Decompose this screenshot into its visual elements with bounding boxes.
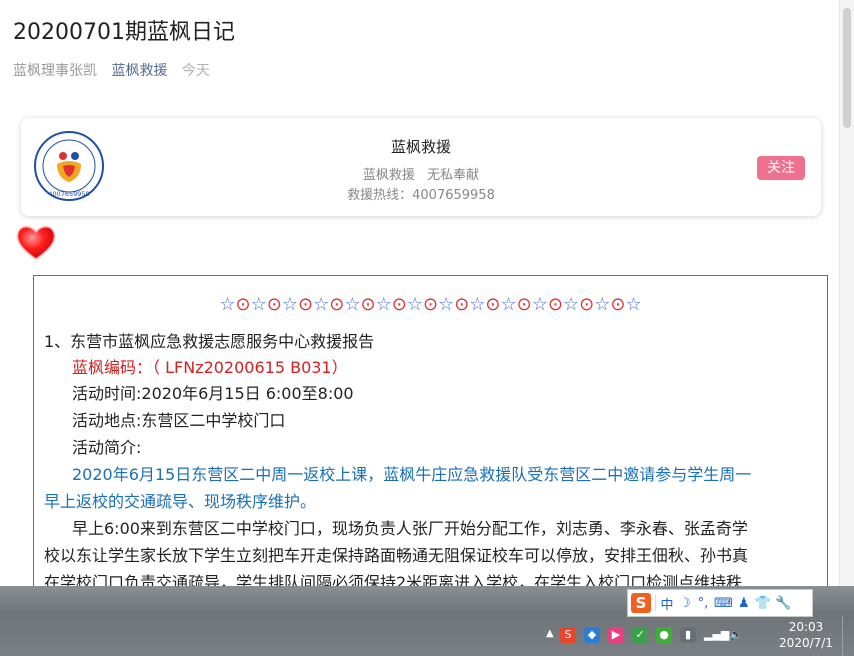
heart-icon — [16, 226, 56, 260]
ime-punctuation-icon[interactable]: °, — [696, 596, 710, 611]
scrollbar-thumb[interactable] — [843, 8, 851, 128]
report-code: 蓝枫编码：（ LFNz20200615 B031） — [72, 358, 348, 377]
show-desktop-button[interactable] — [842, 616, 854, 656]
account-hotline: 救援热线：4007659958 — [347, 188, 495, 203]
article-meta: 蓝枫理事张凯 蓝枫救援 今天 — [13, 60, 220, 80]
network-signal-icon[interactable]: ▂▄▆ — [704, 627, 729, 643]
ime-chinese-mode-button[interactable]: 中 — [660, 594, 674, 613]
article-date: 今天 — [181, 63, 210, 79]
decorative-divider-text: ☆⊙☆⊙☆⊙☆⊙☆⊙☆⊙☆⊙☆⊙☆⊙☆⊙☆⊙☆⊙☆⊙☆ — [219, 294, 642, 315]
report-intro-label: 活动简介: — [72, 438, 142, 457]
report-place: 活动地点:东营区二中学校门口 — [72, 411, 286, 430]
decorative-divider: ☆⊙☆⊙☆⊙☆⊙☆⊙☆⊙☆⊙☆⊙☆⊙☆⊙☆⊙☆⊙☆⊙☆ — [34, 294, 827, 315]
taskbar-clock[interactable]: 20:03 2020/7/1 — [776, 619, 836, 651]
account-tagline-2: 无私奉献 — [427, 168, 480, 183]
report-paragraph-1-line-2: 早上返校的交通疏导、现场秩序维护。 — [44, 492, 317, 511]
system-tray: S ◆ ▶ ✓ ● ▮ ▂▄▆ 🔈 — [560, 624, 744, 646]
security-shield-icon[interactable]: ◆ — [584, 627, 600, 643]
usb-device-icon[interactable]: ▮ — [680, 627, 696, 643]
wechat-icon[interactable]: ● — [656, 627, 672, 643]
article-account-link[interactable]: 蓝枫救援 — [111, 63, 167, 79]
ime-skin-icon[interactable]: 👕 — [755, 596, 771, 611]
report-paragraph-2-line-3: 在学校门口负责交通疏导，学生排队间隔必须保持2米距离进入学校，在学生入校门口检测… — [44, 573, 743, 586]
account-name: 蓝枫救援 — [390, 138, 451, 156]
ime-toolbar[interactable]: S 中 ☽ °, ⌨ ♟ 👕 🔧 — [627, 589, 813, 617]
report-title: 1、东营市蓝枫应急救援志愿服务中心救援报告 — [44, 332, 375, 351]
rescue-report-box: ☆⊙☆⊙☆⊙☆⊙☆⊙☆⊙☆⊙☆⊙☆⊙☆⊙☆⊙☆⊙☆⊙☆ 1、东营市蓝枫应急救援志… — [33, 275, 828, 586]
follow-button[interactable]: 关注 — [757, 156, 805, 180]
volume-icon[interactable]: 🔈 — [728, 627, 744, 643]
article-author: 蓝枫理事张凯 — [13, 63, 97, 79]
account-tagline-1: 蓝枫救援 — [362, 168, 415, 183]
ime-settings-icon[interactable]: 🔧 — [775, 596, 791, 611]
vertical-scrollbar[interactable] — [839, 0, 854, 586]
safe-check-icon[interactable]: ✓ — [632, 627, 648, 643]
report-paragraph-2-line-2: 校以东让学生家长放下学生立刻把车开走保持路面畅通无阻保证校车可以停放，安排王佃秋… — [44, 546, 749, 565]
media-player-icon[interactable]: ▶ — [608, 627, 624, 643]
report-time: 活动时间:2020年6月15日 6:00至8:00 — [72, 384, 354, 403]
sogou-tray-icon[interactable]: S — [560, 627, 576, 643]
report-paragraph-2-line-1: 早上6:00来到东营区二中学校门口，现场负责人张厂开始分配工作，刘志勇、李永春、… — [72, 519, 748, 538]
ime-halfwidth-icon[interactable]: ☽ — [678, 596, 692, 611]
ime-keyboard-icon[interactable]: ⌨ — [714, 596, 733, 611]
account-profile-card[interactable]: 4007659958 蓝枫救援 蓝枫救援 无私奉献 救援热线：400765995… — [21, 118, 821, 216]
ime-user-icon[interactable]: ♟ — [737, 596, 751, 611]
clock-date: 2020/7/1 — [779, 636, 833, 650]
article-title: 20200701期蓝枫日记 — [13, 20, 235, 45]
tray-expand-icon[interactable]: ▲ — [546, 628, 554, 639]
report-paragraph-1-line-1: 2020年6月15日东营区二中周一返校上课，蓝枫牛庄应急救援队受东营区二中邀请参… — [72, 465, 752, 484]
account-tagline: 蓝枫救援 无私奉献 — [21, 164, 821, 183]
article-page: 20200701期蓝枫日记 蓝枫理事张凯 蓝枫救援 今天 4007659958 … — [0, 0, 839, 586]
ime-separator — [655, 595, 656, 611]
sogou-logo-icon[interactable]: S — [631, 593, 651, 613]
clock-time: 20:03 — [788, 620, 824, 634]
